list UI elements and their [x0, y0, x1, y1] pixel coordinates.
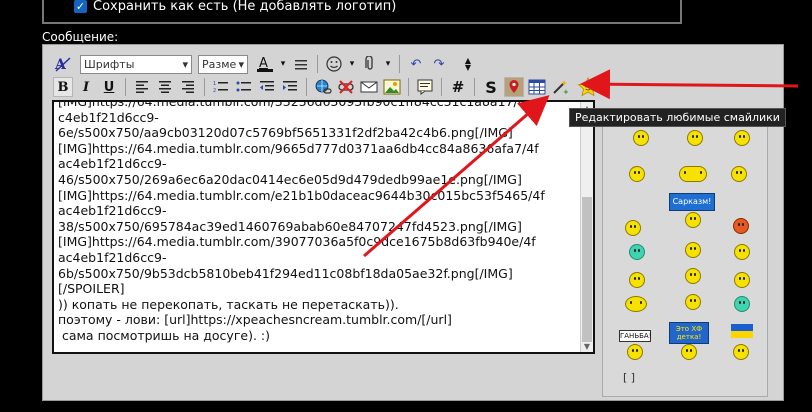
- arrow-to-toolbar: [363, 95, 550, 258]
- annotation-arrows: [363, 69, 799, 258]
- arrow-to-star: [580, 69, 799, 100]
